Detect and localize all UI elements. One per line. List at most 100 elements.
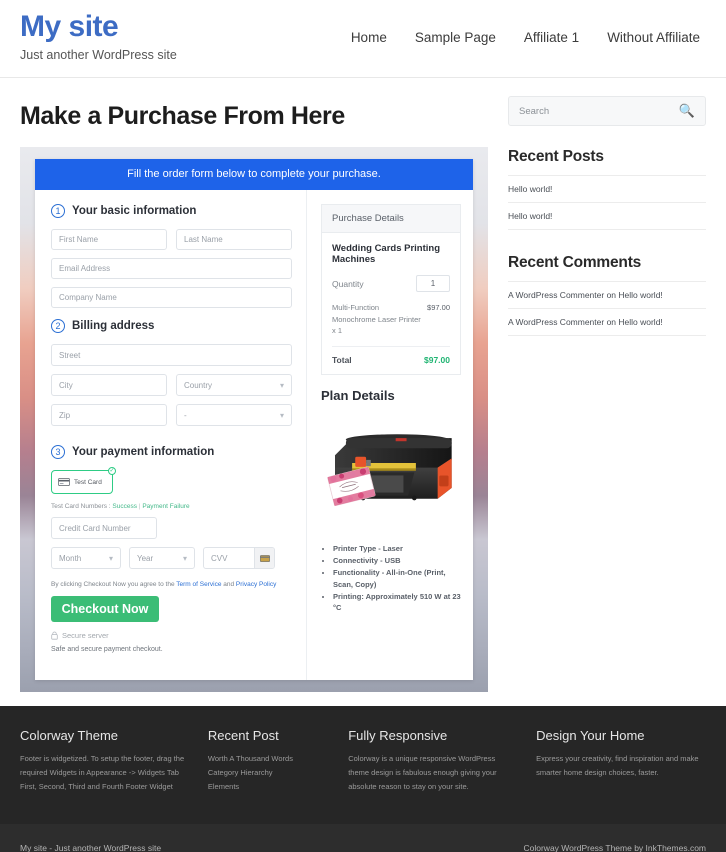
zip-input[interactable]: Zip — [51, 404, 167, 426]
sidebar: 🔍 Recent Posts Hello world! Hello world!… — [508, 78, 706, 692]
terms-conjunction: and — [223, 581, 235, 588]
recent-posts-list: Hello world! Hello world! — [508, 175, 706, 230]
line-item-amount: $97.00 — [427, 303, 450, 312]
footer-bottom-bar: My site - Just another WordPress site Co… — [0, 824, 726, 852]
company-name-input[interactable]: Company Name — [51, 287, 292, 308]
footer-recent-post-list: Worth A Thousand Words Category Hierarch… — [208, 752, 330, 794]
recent-comments-list: A WordPress Commenter on Hello world! A … — [508, 281, 706, 336]
site-header: My site Just another WordPress site Home… — [0, 0, 726, 78]
purchase-details-column: Purchase Details Wedding Cards Printing … — [307, 190, 473, 680]
plan-details-title: Plan Details — [321, 387, 395, 403]
search-input[interactable] — [519, 105, 679, 117]
chevron-down-icon: ▾ — [279, 410, 284, 420]
city-input[interactable]: City — [51, 374, 167, 396]
recent-posts-title: Recent Posts — [508, 148, 604, 165]
credit-card-icon — [58, 478, 70, 486]
check-circle-icon: ✓ — [108, 467, 116, 475]
site-branding[interactable]: My site Just another WordPress site — [20, 0, 177, 62]
list-item[interactable]: A WordPress Commenter on Hello world! — [508, 281, 706, 308]
chevron-down-icon: ▾ — [182, 553, 187, 563]
cvv-help-button[interactable] — [254, 548, 274, 568]
footer-widget-text: Express your creativity, find inspiratio… — [536, 754, 699, 777]
form-banner: Fill the order form below to complete yo… — [35, 159, 473, 190]
page-wrapper: Make a Purchase From Here Fill the order… — [0, 78, 726, 692]
secure-server-note: Secure server — [51, 631, 292, 640]
site-tagline: Just another WordPress site — [20, 48, 177, 62]
footer-copyright: My site - Just another WordPress site — [20, 842, 162, 852]
step-1-badge: 1 — [51, 204, 65, 218]
site-footer: Colorway Theme Footer is widgetized. To … — [0, 706, 726, 824]
credit-card-number-input[interactable]: Credit Card Number — [51, 517, 157, 539]
quantity-row: Quantity 1 — [332, 275, 450, 292]
payment-method-test-card-tab[interactable]: Test Card ✓ — [51, 467, 116, 494]
list-item[interactable]: Worth A Thousand Words — [208, 752, 330, 766]
form-fields-column: 1 Your basic information First Name Last… — [35, 190, 307, 680]
country-select[interactable]: Country ▾ — [176, 374, 292, 396]
footer-widget-recent-post: Recent Post Worth A Thousand Words Categ… — [208, 728, 330, 800]
product-features-list: Printer Type - Laser Connectivity - USB … — [333, 543, 461, 614]
footer-widget-fully-responsive: Fully Responsive Colorway is a unique re… — [348, 728, 518, 800]
total-row: Total $97.00 — [332, 347, 450, 365]
cvv-field-group[interactable]: CVV — [203, 547, 275, 569]
step-payment-information-header: 3 Your payment information — [51, 445, 292, 459]
footer-widget-title: Colorway Theme — [20, 728, 119, 743]
site-title[interactable]: My site — [20, 10, 177, 43]
nav-item-sample-page[interactable]: Sample Page — [415, 30, 496, 45]
total-amount: $97.00 — [424, 354, 450, 365]
recent-comments-title: Recent Comments — [508, 254, 642, 271]
footer-widget-text: Footer is widgetized. To setup the foote… — [20, 754, 185, 791]
expiry-month-select[interactable]: Month ▾ — [51, 547, 121, 569]
payment-method-label: Test Card — [74, 478, 102, 486]
list-item[interactable]: Elements — [208, 780, 330, 794]
expiry-month-value: Month — [59, 553, 82, 563]
step-1-title: Your basic information — [72, 205, 197, 217]
secure-server-label: Secure server — [62, 631, 109, 640]
footer-widget-design-your-home: Design Your Home Express your creativity… — [536, 728, 706, 800]
list-item[interactable]: Hello world! — [508, 202, 706, 230]
terms-prefix: By clicking Checkout Now you agree to th… — [51, 581, 175, 588]
state-select[interactable]: - ▾ — [176, 404, 292, 426]
list-item[interactable]: Category Hierarchy — [208, 766, 330, 780]
line-item-row: Multi-Function Monochrome Laser Printer … — [332, 302, 450, 347]
step-billing-address-header: 2 Billing address — [51, 319, 292, 333]
form-body: 1 Your basic information First Name Last… — [35, 190, 473, 680]
nav-item-without-affiliate[interactable]: Without Affiliate — [607, 30, 700, 45]
quantity-input[interactable]: 1 — [416, 275, 450, 292]
expiry-year-value: Year — [137, 553, 154, 563]
hero-background: Fill the order form below to complete yo… — [20, 147, 488, 692]
list-item[interactable]: Hello world! — [508, 175, 706, 202]
nav-item-affiliate-1[interactable]: Affiliate 1 — [524, 30, 579, 45]
street-input[interactable]: Street — [51, 344, 292, 366]
quantity-label: Quantity — [332, 278, 364, 289]
email-address-input[interactable]: Email Address — [51, 258, 292, 279]
list-item: Connectivity - USB — [333, 555, 461, 566]
purchase-details-box: Purchase Details Wedding Cards Printing … — [321, 204, 461, 375]
terms-of-service-link[interactable]: Term of Service — [176, 581, 221, 588]
search-widget[interactable]: 🔍 — [508, 96, 706, 126]
chevron-down-icon: ▾ — [108, 553, 113, 563]
step-3-badge: 3 — [51, 445, 65, 459]
last-name-input[interactable]: Last Name — [176, 229, 292, 250]
state-select-value: - — [184, 410, 187, 420]
expiry-year-select[interactable]: Year ▾ — [129, 547, 195, 569]
chevron-down-icon: ▾ — [279, 380, 284, 390]
privacy-policy-link[interactable]: Privacy Policy — [236, 581, 276, 588]
search-icon[interactable]: 🔍 — [679, 103, 695, 119]
test-card-success-link[interactable]: Success — [112, 503, 137, 510]
product-name: Wedding Cards Printing Machines — [332, 243, 441, 265]
test-card-failure-link[interactable]: Payment Failure — [142, 503, 189, 510]
total-label: Total — [332, 354, 352, 365]
purchase-details-body: Wedding Cards Printing Machines Quantity… — [322, 233, 460, 374]
order-form-card: Fill the order form below to complete yo… — [35, 159, 473, 680]
list-item[interactable]: A WordPress Commenter on Hello world! — [508, 308, 706, 336]
checkout-now-button[interactable]: Checkout Now — [51, 596, 159, 622]
first-name-input[interactable]: First Name — [51, 229, 167, 250]
list-item: Printer Type - Laser — [333, 543, 461, 554]
lock-icon — [51, 631, 58, 640]
footer-credit[interactable]: Colorway WordPress Theme by InkThemes.co… — [524, 843, 707, 852]
footer-widget-title: Fully Responsive — [348, 728, 448, 743]
nav-item-home[interactable]: Home — [351, 30, 387, 45]
cvv-input[interactable]: CVV — [204, 554, 254, 563]
primary-navigation: Home Sample Page Affiliate 1 Without Aff… — [351, 0, 706, 45]
test-card-numbers-line: Test Card Numbers : Success | Payment Fa… — [51, 503, 292, 510]
